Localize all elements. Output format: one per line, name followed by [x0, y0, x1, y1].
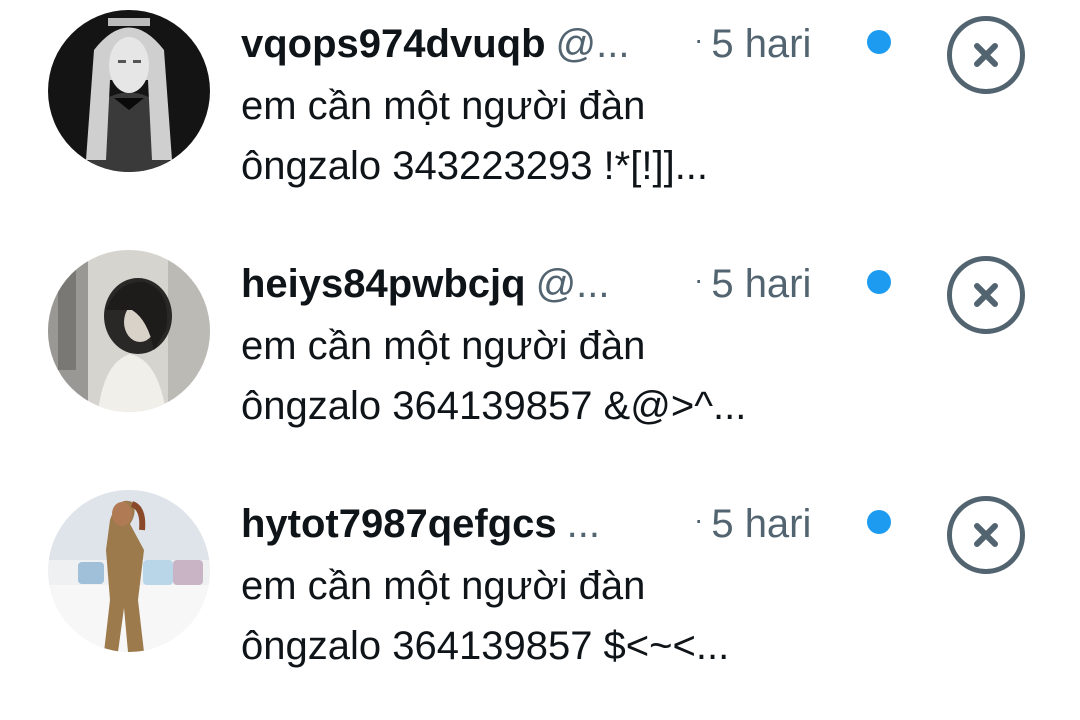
dismiss-button[interactable] — [947, 256, 1025, 334]
handle: @... — [535, 262, 610, 306]
avatar[interactable] — [48, 10, 210, 172]
preview-line-2: ôngzalo 364139857 $<~<... — [241, 624, 730, 668]
time-text: 5 hari — [711, 502, 812, 546]
dismiss-button[interactable] — [947, 16, 1025, 94]
handle: @... — [555, 22, 630, 66]
timestamp: · 5 hari — [694, 498, 811, 550]
preview-line-1: em cần một người đàn — [241, 564, 646, 608]
time-separator: · — [694, 24, 704, 55]
message-preview: em cần một người đàn ôngzalo 364139857 &… — [241, 316, 881, 436]
avatar-photo-woman-leopard-icon — [48, 490, 210, 652]
unread-indicator — [867, 510, 891, 534]
sender-name-line: heiys84pwbcjq @... — [241, 258, 610, 310]
unread-indicator — [867, 30, 891, 54]
message-preview: em cần một người đàn ôngzalo 343223293 !… — [241, 76, 881, 196]
sender-name-line: vqops974dvuqb @... — [241, 18, 629, 70]
unread-indicator — [867, 270, 891, 294]
close-icon — [974, 43, 998, 67]
message-request-item[interactable]: vqops974dvuqb @... · 5 hari em cần một ngư… — [0, 0, 1080, 240]
display-name: hytot7987qefgcs — [241, 502, 557, 546]
time-text: 5 hari — [711, 262, 812, 306]
preview-line-1: em cần một người đàn — [241, 324, 646, 368]
close-icon — [974, 283, 998, 307]
dismiss-button[interactable] — [947, 496, 1025, 574]
timestamp: · 5 hari — [694, 18, 811, 70]
message-request-list: vqops974dvuqb @... · 5 hari em cần một ngư… — [0, 0, 1080, 707]
avatar[interactable] — [48, 490, 210, 652]
preview-line-2: ôngzalo 364139857 &@>^... — [241, 384, 747, 428]
display-name: heiys84pwbcjq — [241, 262, 526, 306]
time-separator: · — [694, 264, 704, 295]
avatar-photo-bw-woman-icon — [48, 250, 210, 412]
message-preview: em cần một người đàn ôngzalo 364139857 $… — [241, 556, 881, 676]
avatar[interactable] — [48, 250, 210, 412]
message-request-item[interactable]: heiys84pwbcjq @... · 5 hari em cần một ngư… — [0, 240, 1080, 480]
sender-name-line: hytot7987qefgcs... — [241, 498, 600, 550]
avatar-photo-pale-woman-icon — [48, 10, 210, 172]
handle: ... — [566, 502, 601, 546]
time-text: 5 hari — [711, 22, 812, 66]
message-request-item[interactable]: hytot7987qefgcs... · 5 hari em cần một ng… — [0, 480, 1080, 720]
display-name: vqops974dvuqb — [241, 22, 546, 66]
timestamp: · 5 hari — [694, 258, 811, 310]
preview-line-1: em cần một người đàn — [241, 84, 646, 128]
preview-line-2: ôngzalo 343223293 !*[!]]... — [241, 144, 709, 188]
close-icon — [974, 523, 998, 547]
time-separator: · — [694, 504, 704, 535]
